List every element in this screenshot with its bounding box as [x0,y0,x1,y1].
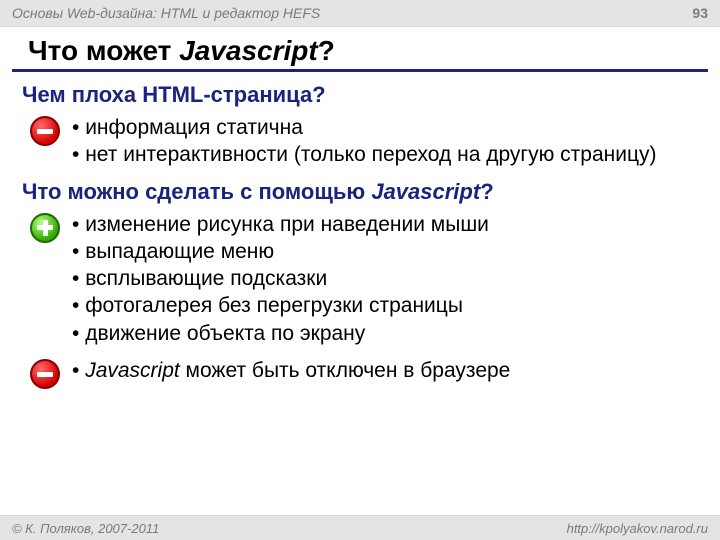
title-prefix: Что может [28,35,179,66]
copyright: © К. Поляков, 2007-2011 [12,521,159,536]
slide-title: Что может Javascript? [28,35,720,67]
section2-heading: Что можно сделать с помощью Javascript? [22,179,720,205]
list-item: нет интерактивности (только переход на д… [72,141,656,168]
list-item: изменение рисунка при наведении мыши [72,211,489,238]
page-number: 93 [692,5,708,21]
section3-list: Javascript может быть отключен в браузер… [68,357,510,384]
minus-icon-wrap [22,357,68,389]
slide-footer: © К. Поляков, 2007-2011 http://kpolyakov… [0,515,720,540]
plus-icon-wrap [22,211,68,243]
minus-icon [30,359,60,389]
section2-heading-qmark: ? [480,179,493,204]
section1-list: информация статична нет интерактивности … [68,114,656,169]
list-item: всплывающие подсказки [72,265,489,292]
list-item: Javascript может быть отключен в браузер… [72,357,510,384]
section2-list: изменение рисунка при наведении мыши вып… [68,211,489,347]
list-item: выпадающие меню [72,238,489,265]
section2-block: изменение рисунка при наведении мыши вып… [22,211,698,347]
section1-heading: Чем плоха HTML-страница? [22,82,720,108]
section3-topic: Javascript [85,359,180,382]
minus-icon [30,116,60,146]
section3-block: Javascript может быть отключен в браузер… [22,357,698,389]
plus-icon [30,213,60,243]
section2-heading-prefix: Что можно сделать с помощью [22,179,371,204]
footer-url: http://kpolyakov.narod.ru [567,521,708,536]
list-item: информация статична [72,114,656,141]
slide-header: Основы Web-дизайна: HTML и редактор HEFS… [0,0,720,27]
section2-heading-topic: Javascript [371,179,480,204]
section1-block: информация статична нет интерактивности … [22,114,698,169]
list-item: фотогалерея без перегрузки страницы [72,292,489,319]
title-qmark: ? [318,35,335,66]
minus-icon-wrap [22,114,68,146]
title-topic: Javascript [179,35,318,66]
list-item: движение объекта по экрану [72,320,489,347]
section3-rest: может быть отключен в браузере [180,359,511,382]
course-title: Основы Web-дизайна: HTML и редактор HEFS [12,5,320,21]
title-underline [12,69,708,72]
